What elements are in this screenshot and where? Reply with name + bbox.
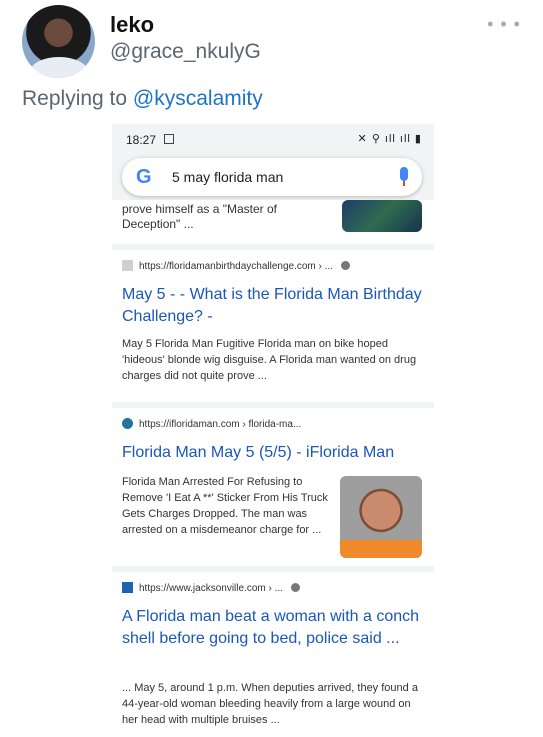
status-time: 18:27 <box>126 133 157 147</box>
reply-prefix: Replying to <box>22 87 128 110</box>
result-url[interactable]: https://www.jacksonville.com › ... <box>122 582 300 594</box>
google-logo-icon: G <box>136 166 152 188</box>
result-title[interactable]: A Florida man beat a woman with a conch … <box>122 606 424 650</box>
search-result: https://ifloridaman.com › florida-ma... … <box>112 408 434 566</box>
result-url-text: https://floridamanbirthdaychallenge.com … <box>139 261 333 272</box>
notification-icon <box>164 134 174 144</box>
result-url-text: https://ifloridaman.com › florida-ma... <box>139 419 302 430</box>
result-thumbnail[interactable] <box>342 200 422 232</box>
phone-screenshot: 18:27 ✕ ⚲ ıll ıll ▮ G 5 may florida man … <box>112 124 434 737</box>
status-bar: 18:27 ✕ ⚲ ıll ıll ▮ <box>112 124 434 154</box>
reply-mention-link[interactable]: @kyscalamity <box>133 87 263 110</box>
result-url[interactable]: https://floridamanbirthdaychallenge.com … <box>122 260 350 272</box>
wordpress-icon <box>122 418 133 429</box>
result-photo[interactable] <box>340 476 422 558</box>
display-name[interactable]: leko <box>110 12 154 38</box>
info-icon[interactable] <box>290 583 300 592</box>
google-search-bar[interactable]: G 5 may florida man <box>122 158 422 196</box>
site-favicon-icon <box>122 260 133 271</box>
status-icons: ✕ ⚲ ıll ıll ▮ <box>357 133 422 145</box>
result-snippet: Florida Man Arrested For Refusing to Rem… <box>122 476 328 536</box>
replying-to: Replying to @kyscalamity <box>22 87 263 111</box>
search-query[interactable]: 5 may florida man <box>172 169 283 185</box>
result-snippet: ... May 5, around 1 p.m. When deputies a… <box>122 682 418 726</box>
result-url[interactable]: https://ifloridaman.com › florida-ma... <box>122 418 301 430</box>
search-result: https://www.jacksonville.com › ... A Flo… <box>112 572 434 737</box>
result-title[interactable]: Florida Man May 5 (5/5) - iFlorida Man <box>122 442 422 464</box>
search-result: https://floridamanbirthdaychallenge.com … <box>112 250 434 402</box>
result-url-text: https://www.jacksonville.com › ... <box>139 583 283 594</box>
tweet-header: leko @grace_nkulyG • • • <box>0 0 543 82</box>
avatar[interactable] <box>22 5 95 78</box>
more-options-icon[interactable]: • • • <box>487 14 521 35</box>
info-icon[interactable] <box>340 261 350 270</box>
mic-icon[interactable] <box>400 167 408 186</box>
partial-result: prove himself as a "Master of Deception"… <box>112 200 434 244</box>
partial-snippet: prove himself as a "Master of Deception"… <box>122 202 277 231</box>
site-favicon-icon <box>122 582 133 593</box>
user-handle[interactable]: @grace_nkulyG <box>110 40 261 64</box>
result-title[interactable]: May 5 - - What is the Florida Man Birthd… <box>122 284 422 328</box>
result-snippet: May 5 Florida Man Fugitive Florida man o… <box>122 338 417 382</box>
